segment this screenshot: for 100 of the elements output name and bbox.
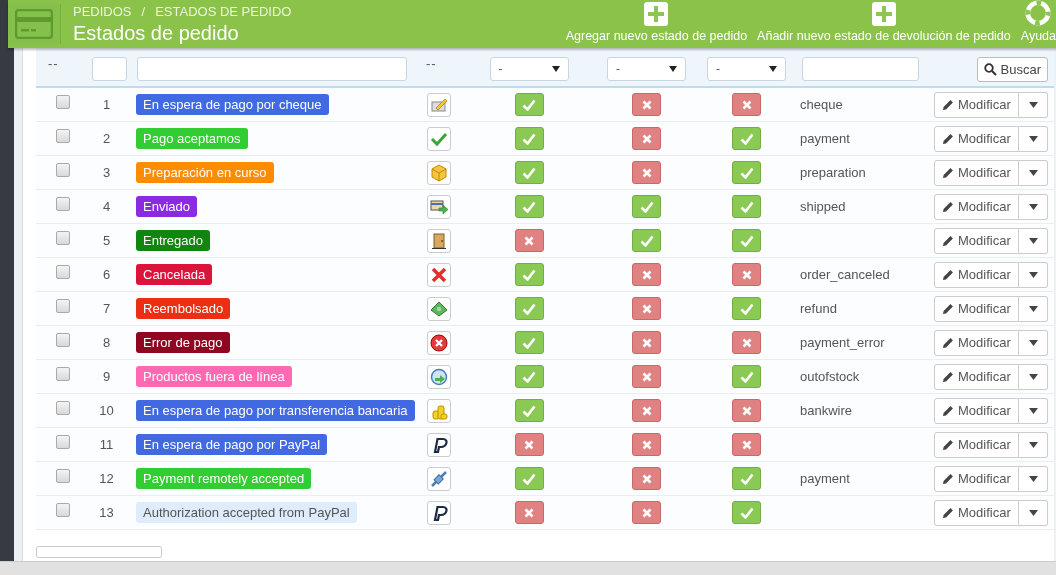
pencil-icon: [942, 336, 954, 349]
template-cell-text: preparation: [799, 165, 866, 180]
id-cell: 2: [102, 131, 111, 146]
enabled-check-icon[interactable]: [514, 195, 544, 218]
dropdown-button[interactable]: [1019, 193, 1048, 220]
edit-button[interactable]: Modificar: [934, 193, 1019, 220]
row-checkbox[interactable]: [56, 162, 70, 177]
enabled-check-icon[interactable]: [632, 229, 661, 252]
dropdown-button[interactable]: [1019, 499, 1048, 526]
status-badge: En espera de pago por PayPal: [136, 434, 328, 455]
pencil-icon: [942, 98, 954, 111]
id-cell: 1: [102, 97, 111, 112]
enabled-check-icon[interactable]: [732, 229, 761, 252]
dropdown-button[interactable]: [1019, 227, 1048, 254]
edit-button[interactable]: Modificar: [934, 261, 1019, 288]
box-icon: [427, 160, 451, 185]
dropdown-button[interactable]: [1019, 329, 1048, 356]
row-checkbox[interactable]: [56, 264, 70, 279]
dropdown-button[interactable]: [1019, 125, 1048, 152]
status-badge: Reembolsado: [136, 298, 231, 319]
edit-button[interactable]: Modificar: [934, 363, 1019, 390]
id-cell: 5: [102, 233, 111, 248]
dropdown-button[interactable]: [1019, 431, 1048, 458]
id-cell: 10: [99, 403, 114, 418]
caret-icon: [1028, 169, 1038, 176]
enabled-check-icon[interactable]: [514, 331, 544, 354]
edit-button[interactable]: Modificar: [934, 397, 1019, 424]
enabled-check-icon[interactable]: [732, 127, 761, 150]
status-badge: En espera de pago por cheque: [136, 94, 329, 115]
p-letter-icon: [427, 500, 451, 525]
edit-button[interactable]: Modificar: [934, 125, 1019, 152]
row-checkbox[interactable]: [56, 128, 70, 143]
row-checkbox[interactable]: [56, 196, 70, 211]
pencil-icon: [942, 302, 954, 315]
row-checkbox[interactable]: [56, 230, 70, 245]
edit-button[interactable]: Modificar: [934, 295, 1019, 322]
enabled-check-icon[interactable]: [514, 297, 544, 320]
caret-icon: [1028, 475, 1038, 482]
edit-button[interactable]: Modificar: [934, 465, 1019, 492]
edit-button[interactable]: Modificar: [934, 91, 1019, 118]
template-cell-text: shipped: [799, 199, 846, 214]
filter-select[interactable]: -: [707, 57, 786, 81]
pencil-icon: [942, 234, 954, 247]
template-filter-field[interactable]: [802, 57, 919, 81]
enabled-check-icon[interactable]: [732, 365, 761, 388]
status-badge: En espera de pago por transferencia bancaria: [136, 400, 415, 421]
row-checkbox[interactable]: [56, 298, 70, 313]
enabled-check-icon[interactable]: [632, 195, 661, 218]
status-badge: Payment remotely accepted: [136, 468, 312, 489]
template-cell-text: order_canceled: [799, 267, 890, 282]
template-cell-text: cheque: [799, 97, 843, 112]
id-cell: 8: [102, 335, 111, 350]
enabled-check-icon[interactable]: [514, 161, 544, 184]
row-checkbox[interactable]: [56, 366, 70, 381]
dropdown-button[interactable]: [1019, 91, 1048, 118]
enabled-check-icon[interactable]: [732, 297, 761, 320]
edit-button[interactable]: Modificar: [934, 431, 1019, 458]
enabled-check-icon[interactable]: [514, 399, 544, 422]
row-checkbox[interactable]: [56, 94, 70, 109]
dropdown-button[interactable]: [1019, 261, 1048, 288]
id-cell: 12: [99, 471, 114, 486]
id-cell: 4: [102, 199, 111, 214]
template-cell-text: payment: [799, 131, 850, 146]
enabled-check-icon[interactable]: [732, 501, 761, 524]
enabled-check-icon[interactable]: [732, 161, 761, 184]
bulk-actions-button[interactable]: [36, 546, 162, 558]
enabled-check-icon[interactable]: [514, 263, 544, 286]
door-icon: [427, 228, 451, 253]
name-filter-field[interactable]: [137, 57, 407, 81]
dropdown-button[interactable]: [1019, 295, 1048, 322]
dropdown-button[interactable]: [1019, 397, 1048, 424]
search-button[interactable]: Buscar: [976, 56, 1048, 82]
row-checkbox[interactable]: [56, 434, 70, 449]
edit-button[interactable]: Modificar: [934, 499, 1019, 526]
enabled-check-icon[interactable]: [732, 467, 761, 490]
filter-select[interactable]: -: [489, 57, 569, 81]
pencil-icon: [942, 132, 954, 145]
caret-icon: [551, 66, 560, 72]
row-checkbox[interactable]: [56, 468, 70, 483]
edit-button[interactable]: Modificar: [934, 159, 1019, 186]
row-checkbox[interactable]: [56, 400, 70, 415]
dropdown-button[interactable]: [1019, 465, 1048, 492]
enabled-check-icon[interactable]: [514, 127, 544, 150]
enabled-check-icon[interactable]: [514, 93, 544, 116]
dropdown-button[interactable]: [1019, 159, 1048, 186]
id-cell: 11: [99, 437, 114, 452]
id-filter-field[interactable]: [92, 57, 127, 81]
pencil-icon: [942, 200, 954, 213]
enabled-check-icon[interactable]: [732, 195, 761, 218]
enabled-check-icon[interactable]: [514, 365, 544, 388]
checkmark-icon: [427, 126, 451, 151]
filter-select[interactable]: -: [607, 57, 686, 81]
row-checkbox[interactable]: [56, 502, 70, 517]
dropdown-button[interactable]: [1019, 363, 1048, 390]
row-checkbox[interactable]: [56, 332, 70, 347]
caret-icon: [1028, 271, 1038, 278]
edit-button[interactable]: Modificar: [934, 329, 1019, 356]
enabled-check-icon[interactable]: [514, 467, 544, 490]
edit-button[interactable]: Modificar: [934, 227, 1019, 254]
status-badge: Cancelada: [136, 264, 213, 285]
